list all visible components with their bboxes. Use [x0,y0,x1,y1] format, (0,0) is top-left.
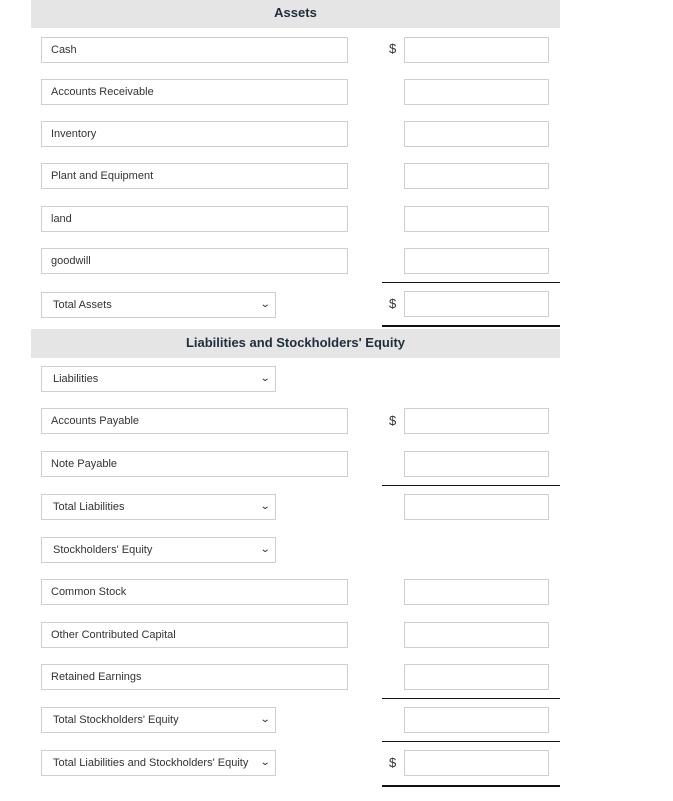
select-value: Total Liabilities and Stockholders' Equi… [53,757,249,769]
total-rule [382,325,560,327]
chevron-down-icon: ⌄ [259,299,271,310]
amount-input[interactable] [404,408,549,434]
total-liabilities-equity-select[interactable]: Total Liabilities and Stockholders' Equi… [41,750,276,776]
select-value: Total Liabilities [53,501,125,513]
amount-input[interactable] [404,206,549,232]
account-input[interactable]: Accounts Payable [41,408,348,434]
select-value: Total Assets [53,299,112,311]
account-input[interactable]: Plant and Equipment [41,163,348,189]
total-rule [382,785,560,787]
account-input[interactable]: Other Contributed Capital [41,622,348,648]
amount-input[interactable] [404,248,549,274]
account-input[interactable]: Note Payable [41,451,348,477]
chevron-down-icon: ⌄ [259,373,271,384]
total-equity-amount[interactable] [404,707,549,733]
chevron-down-icon: ⌄ [259,501,271,512]
equity-select[interactable]: Stockholders' Equity ⌄ [41,537,276,563]
select-value: Total Stockholders' Equity [53,714,179,726]
account-input[interactable]: Accounts Receivable [41,79,348,105]
total-assets-select[interactable]: Total Assets ⌄ [41,292,276,318]
amount-input[interactable] [404,451,549,477]
chevron-down-icon: ⌄ [259,544,271,555]
total-liabilities-amount[interactable] [404,494,549,520]
amount-input[interactable] [404,579,549,605]
account-input[interactable]: Cash [41,37,348,63]
total-equity-select[interactable]: Total Stockholders' Equity ⌄ [41,707,276,733]
chevron-down-icon: ⌄ [259,757,271,768]
dollar-sign: $ [389,296,397,311]
dollar-sign: $ [389,413,397,428]
amount-input[interactable] [404,163,549,189]
subtotal-rule [382,741,560,742]
account-input[interactable]: Common Stock [41,579,348,605]
liabilities-select[interactable]: Liabilities ⌄ [41,366,276,392]
subtotal-rule [382,485,560,486]
total-assets-amount[interactable] [404,291,549,317]
subtotal-rule [382,282,560,283]
amount-input[interactable] [404,79,549,105]
account-input[interactable]: Retained Earnings [41,664,348,690]
total-liabilities-select[interactable]: Total Liabilities ⌄ [41,494,276,520]
select-value: Liabilities [53,373,99,385]
chevron-down-icon: ⌄ [259,714,271,725]
account-input[interactable]: goodwill [41,248,348,274]
account-input[interactable]: Inventory [41,121,348,147]
account-input[interactable]: land [41,206,348,232]
liabilities-equity-header: Liabilities and Stockholders' Equity [31,329,560,358]
amount-input[interactable] [404,622,549,648]
amount-input[interactable] [404,664,549,690]
amount-input[interactable] [404,121,549,147]
dollar-sign: $ [389,41,397,56]
dollar-sign: $ [389,755,397,770]
total-liabilities-equity-amount[interactable] [404,750,549,776]
assets-header: Assets [31,0,560,28]
amount-input[interactable] [404,37,549,63]
select-value: Stockholders' Equity [53,544,153,556]
subtotal-rule [382,698,560,699]
